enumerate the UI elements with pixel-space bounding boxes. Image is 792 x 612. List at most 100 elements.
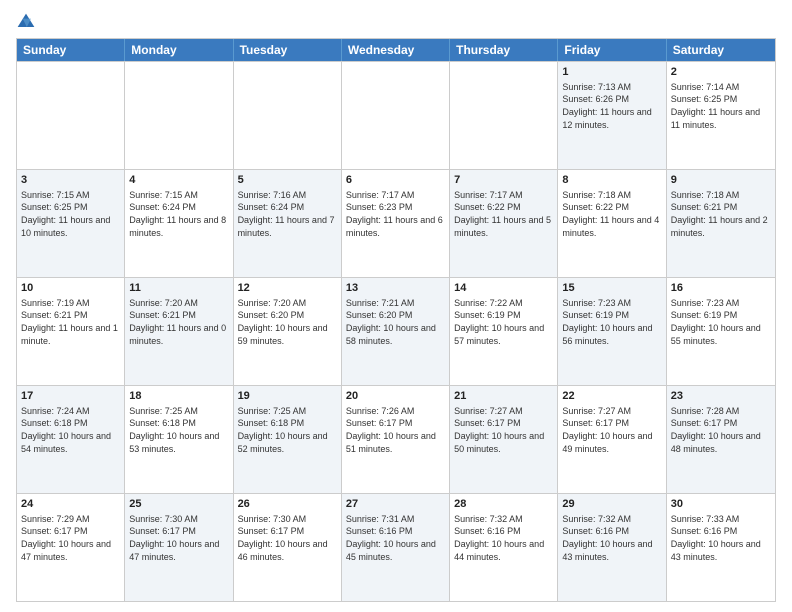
day-number: 1 xyxy=(562,65,661,80)
day-info: Sunrise: 7:20 AM Sunset: 6:21 PM Dayligh… xyxy=(129,297,228,347)
day-info: Sunrise: 7:31 AM Sunset: 6:16 PM Dayligh… xyxy=(346,513,445,563)
calendar-row-4: 24Sunrise: 7:29 AM Sunset: 6:17 PM Dayli… xyxy=(17,493,775,601)
calendar-cell-9: 9Sunrise: 7:18 AM Sunset: 6:21 PM Daylig… xyxy=(667,170,775,277)
day-info: Sunrise: 7:15 AM Sunset: 6:25 PM Dayligh… xyxy=(21,189,120,239)
day-number: 5 xyxy=(238,173,337,188)
calendar-cell-empty-1 xyxy=(125,62,233,169)
day-number: 28 xyxy=(454,497,553,512)
day-number: 9 xyxy=(671,173,771,188)
day-number: 17 xyxy=(21,389,120,404)
day-info: Sunrise: 7:17 AM Sunset: 6:23 PM Dayligh… xyxy=(346,189,445,239)
calendar-cell-23: 23Sunrise: 7:28 AM Sunset: 6:17 PM Dayli… xyxy=(667,386,775,493)
day-info: Sunrise: 7:25 AM Sunset: 6:18 PM Dayligh… xyxy=(238,405,337,455)
day-number: 15 xyxy=(562,281,661,296)
day-info: Sunrise: 7:14 AM Sunset: 6:25 PM Dayligh… xyxy=(671,81,771,131)
page: SundayMondayTuesdayWednesdayThursdayFrid… xyxy=(0,0,792,612)
calendar-body: 1Sunrise: 7:13 AM Sunset: 6:26 PM Daylig… xyxy=(17,61,775,601)
day-info: Sunrise: 7:27 AM Sunset: 6:17 PM Dayligh… xyxy=(562,405,661,455)
day-info: Sunrise: 7:29 AM Sunset: 6:17 PM Dayligh… xyxy=(21,513,120,563)
calendar-cell-2: 2Sunrise: 7:14 AM Sunset: 6:25 PM Daylig… xyxy=(667,62,775,169)
day-number: 10 xyxy=(21,281,120,296)
calendar-cell-empty-4 xyxy=(450,62,558,169)
calendar-cell-18: 18Sunrise: 7:25 AM Sunset: 6:18 PM Dayli… xyxy=(125,386,233,493)
calendar-row-2: 10Sunrise: 7:19 AM Sunset: 6:21 PM Dayli… xyxy=(17,277,775,385)
calendar-cell-28: 28Sunrise: 7:32 AM Sunset: 6:16 PM Dayli… xyxy=(450,494,558,601)
day-number: 21 xyxy=(454,389,553,404)
logo-icon xyxy=(16,12,36,32)
calendar-cell-17: 17Sunrise: 7:24 AM Sunset: 6:18 PM Dayli… xyxy=(17,386,125,493)
calendar-cell-15: 15Sunrise: 7:23 AM Sunset: 6:19 PM Dayli… xyxy=(558,278,666,385)
day-number: 23 xyxy=(671,389,771,404)
weekday-header-monday: Monday xyxy=(125,39,233,61)
calendar-cell-7: 7Sunrise: 7:17 AM Sunset: 6:22 PM Daylig… xyxy=(450,170,558,277)
calendar-cell-1: 1Sunrise: 7:13 AM Sunset: 6:26 PM Daylig… xyxy=(558,62,666,169)
day-info: Sunrise: 7:27 AM Sunset: 6:17 PM Dayligh… xyxy=(454,405,553,455)
day-number: 12 xyxy=(238,281,337,296)
day-info: Sunrise: 7:19 AM Sunset: 6:21 PM Dayligh… xyxy=(21,297,120,347)
calendar-cell-6: 6Sunrise: 7:17 AM Sunset: 6:23 PM Daylig… xyxy=(342,170,450,277)
calendar-cell-26: 26Sunrise: 7:30 AM Sunset: 6:17 PM Dayli… xyxy=(234,494,342,601)
calendar-cell-25: 25Sunrise: 7:30 AM Sunset: 6:17 PM Dayli… xyxy=(125,494,233,601)
day-info: Sunrise: 7:23 AM Sunset: 6:19 PM Dayligh… xyxy=(671,297,771,347)
day-number: 25 xyxy=(129,497,228,512)
calendar-cell-14: 14Sunrise: 7:22 AM Sunset: 6:19 PM Dayli… xyxy=(450,278,558,385)
calendar-cell-22: 22Sunrise: 7:27 AM Sunset: 6:17 PM Dayli… xyxy=(558,386,666,493)
day-number: 16 xyxy=(671,281,771,296)
day-number: 13 xyxy=(346,281,445,296)
calendar-cell-20: 20Sunrise: 7:26 AM Sunset: 6:17 PM Dayli… xyxy=(342,386,450,493)
calendar-cell-empty-2 xyxy=(234,62,342,169)
calendar-cell-empty-0 xyxy=(17,62,125,169)
day-number: 11 xyxy=(129,281,228,296)
day-number: 19 xyxy=(238,389,337,404)
day-number: 4 xyxy=(129,173,228,188)
calendar-row-1: 3Sunrise: 7:15 AM Sunset: 6:25 PM Daylig… xyxy=(17,169,775,277)
calendar-cell-empty-3 xyxy=(342,62,450,169)
day-info: Sunrise: 7:15 AM Sunset: 6:24 PM Dayligh… xyxy=(129,189,228,239)
day-info: Sunrise: 7:32 AM Sunset: 6:16 PM Dayligh… xyxy=(454,513,553,563)
day-info: Sunrise: 7:18 AM Sunset: 6:22 PM Dayligh… xyxy=(562,189,661,239)
logo xyxy=(16,12,40,32)
calendar-cell-10: 10Sunrise: 7:19 AM Sunset: 6:21 PM Dayli… xyxy=(17,278,125,385)
calendar-header: SundayMondayTuesdayWednesdayThursdayFrid… xyxy=(17,39,775,61)
day-info: Sunrise: 7:16 AM Sunset: 6:24 PM Dayligh… xyxy=(238,189,337,239)
day-number: 29 xyxy=(562,497,661,512)
calendar-cell-4: 4Sunrise: 7:15 AM Sunset: 6:24 PM Daylig… xyxy=(125,170,233,277)
day-number: 7 xyxy=(454,173,553,188)
day-info: Sunrise: 7:20 AM Sunset: 6:20 PM Dayligh… xyxy=(238,297,337,347)
calendar-cell-19: 19Sunrise: 7:25 AM Sunset: 6:18 PM Dayli… xyxy=(234,386,342,493)
day-number: 18 xyxy=(129,389,228,404)
calendar-cell-27: 27Sunrise: 7:31 AM Sunset: 6:16 PM Dayli… xyxy=(342,494,450,601)
calendar-cell-12: 12Sunrise: 7:20 AM Sunset: 6:20 PM Dayli… xyxy=(234,278,342,385)
day-number: 30 xyxy=(671,497,771,512)
day-number: 2 xyxy=(671,65,771,80)
calendar-cell-11: 11Sunrise: 7:20 AM Sunset: 6:21 PM Dayli… xyxy=(125,278,233,385)
weekday-header-thursday: Thursday xyxy=(450,39,558,61)
day-info: Sunrise: 7:17 AM Sunset: 6:22 PM Dayligh… xyxy=(454,189,553,239)
calendar-cell-8: 8Sunrise: 7:18 AM Sunset: 6:22 PM Daylig… xyxy=(558,170,666,277)
weekday-header-wednesday: Wednesday xyxy=(342,39,450,61)
calendar-row-0: 1Sunrise: 7:13 AM Sunset: 6:26 PM Daylig… xyxy=(17,61,775,169)
day-info: Sunrise: 7:30 AM Sunset: 6:17 PM Dayligh… xyxy=(238,513,337,563)
day-info: Sunrise: 7:25 AM Sunset: 6:18 PM Dayligh… xyxy=(129,405,228,455)
weekday-header-friday: Friday xyxy=(558,39,666,61)
day-info: Sunrise: 7:21 AM Sunset: 6:20 PM Dayligh… xyxy=(346,297,445,347)
day-info: Sunrise: 7:26 AM Sunset: 6:17 PM Dayligh… xyxy=(346,405,445,455)
weekday-header-tuesday: Tuesday xyxy=(234,39,342,61)
day-info: Sunrise: 7:33 AM Sunset: 6:16 PM Dayligh… xyxy=(671,513,771,563)
day-info: Sunrise: 7:18 AM Sunset: 6:21 PM Dayligh… xyxy=(671,189,771,239)
calendar-cell-21: 21Sunrise: 7:27 AM Sunset: 6:17 PM Dayli… xyxy=(450,386,558,493)
day-number: 8 xyxy=(562,173,661,188)
day-number: 6 xyxy=(346,173,445,188)
day-number: 3 xyxy=(21,173,120,188)
calendar-row-3: 17Sunrise: 7:24 AM Sunset: 6:18 PM Dayli… xyxy=(17,385,775,493)
day-info: Sunrise: 7:32 AM Sunset: 6:16 PM Dayligh… xyxy=(562,513,661,563)
day-info: Sunrise: 7:13 AM Sunset: 6:26 PM Dayligh… xyxy=(562,81,661,131)
day-number: 27 xyxy=(346,497,445,512)
day-info: Sunrise: 7:23 AM Sunset: 6:19 PM Dayligh… xyxy=(562,297,661,347)
day-info: Sunrise: 7:24 AM Sunset: 6:18 PM Dayligh… xyxy=(21,405,120,455)
calendar-cell-3: 3Sunrise: 7:15 AM Sunset: 6:25 PM Daylig… xyxy=(17,170,125,277)
day-info: Sunrise: 7:22 AM Sunset: 6:19 PM Dayligh… xyxy=(454,297,553,347)
day-number: 26 xyxy=(238,497,337,512)
calendar-cell-30: 30Sunrise: 7:33 AM Sunset: 6:16 PM Dayli… xyxy=(667,494,775,601)
weekday-header-sunday: Sunday xyxy=(17,39,125,61)
